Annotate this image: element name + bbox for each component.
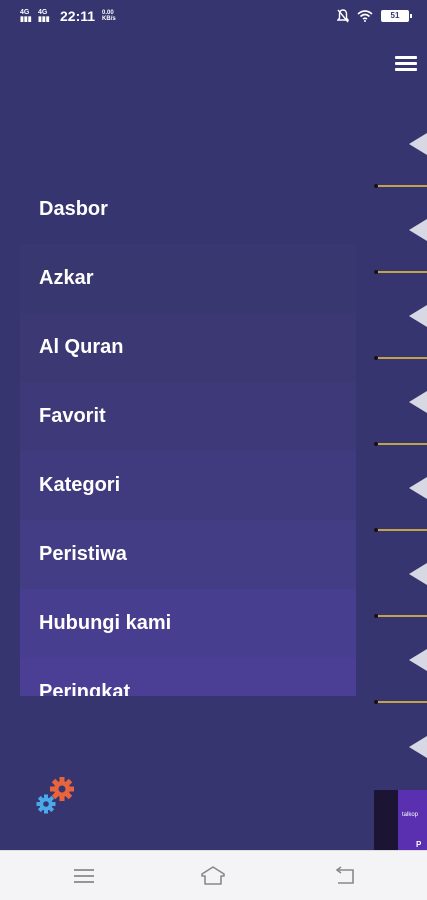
signal-label-1: 4G	[20, 9, 30, 16]
menu-item-al-quran[interactable]: Al Quran	[20, 313, 356, 382]
menu-item-peringkat[interactable]: Peringkat	[20, 658, 356, 696]
divider-line	[374, 528, 427, 532]
menu-item-favorit[interactable]: Favorit	[20, 382, 356, 451]
divider-line	[374, 442, 427, 446]
arrow-left-icon[interactable]	[409, 563, 427, 585]
menu-icon[interactable]	[395, 56, 417, 71]
menu-item-label: Dasbor	[39, 198, 108, 220]
divider-line	[374, 700, 427, 704]
menu-item-peristiwa[interactable]: Peristiwa	[20, 520, 356, 589]
divider-line	[374, 270, 427, 274]
divider-line	[374, 184, 427, 188]
menu-item-label: Azkar	[39, 267, 94, 289]
status-left: 4G ▮▮▮ 4G ▮▮▮ 22:11 0.00 KB/s	[20, 8, 116, 24]
status-right: 51	[337, 9, 412, 23]
ad-background	[398, 790, 427, 850]
menu-item-dasbor[interactable]: Dasbor	[20, 175, 356, 244]
ad-text: talkop	[402, 812, 419, 818]
menu-icon-bar	[395, 68, 417, 71]
arrow-left-icon[interactable]	[409, 477, 427, 499]
menu-item-label: Peringkat	[39, 681, 131, 696]
arrow-left-icon[interactable]	[409, 391, 427, 413]
divider-line	[374, 356, 427, 360]
arrow-left-icon[interactable]	[409, 736, 427, 758]
home-icon[interactable]	[199, 863, 227, 887]
menu-item-label: Al Quran	[39, 336, 124, 358]
menu-item-hubungi-kami[interactable]: Hubungi kami	[20, 589, 356, 658]
arrow-left-icon[interactable]	[409, 649, 427, 671]
ad-letter: P	[416, 840, 422, 849]
menu-item-label: Peristiwa	[39, 543, 127, 565]
menu-icon-bar	[395, 56, 417, 59]
menu-lines-icon[interactable]	[70, 863, 98, 887]
navigation-bar	[0, 850, 427, 900]
divider-line	[374, 614, 427, 618]
menu-item-azkar[interactable]: Azkar	[20, 244, 356, 313]
network-speed: 0.00 KB/s	[102, 10, 116, 22]
menu-icon-bar	[395, 62, 417, 65]
status-time: 22:11	[60, 8, 96, 24]
wifi-icon	[357, 10, 373, 22]
menu-item-label: Hubungi kami	[39, 612, 172, 634]
status-bar: 4G ▮▮▮ 4G ▮▮▮ 22:11 0.00 KB/s 51	[0, 0, 427, 34]
menu-item-label: Favorit	[39, 405, 106, 427]
underlying-content	[374, 96, 427, 790]
drawer-menu: Dasbor Azkar Al Quran Favorit Kategori P…	[20, 175, 356, 696]
speed-unit: KB/s	[102, 16, 116, 22]
signal-icon: 4G ▮▮▮	[38, 9, 50, 23]
mute-icon	[337, 9, 349, 23]
gears-icon[interactable]	[34, 776, 76, 818]
battery-icon: 51	[381, 10, 412, 22]
arrow-left-icon[interactable]	[409, 219, 427, 241]
arrow-left-icon[interactable]	[409, 133, 427, 155]
signal-label-2: 4G	[38, 9, 48, 16]
ad-banner[interactable]: talkop P	[374, 790, 427, 850]
arrow-left-icon[interactable]	[409, 305, 427, 327]
signal-icon: 4G ▮▮▮	[20, 9, 32, 23]
back-icon[interactable]	[330, 863, 358, 887]
menu-item-label: Kategori	[39, 474, 121, 496]
menu-item-kategori[interactable]: Kategori	[20, 451, 356, 520]
